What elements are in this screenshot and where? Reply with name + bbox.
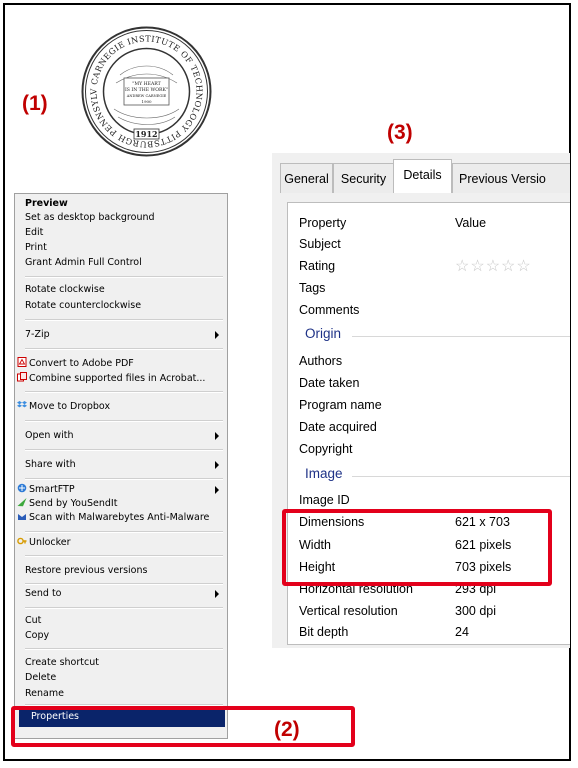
menu-item-label: Unlocker [29, 537, 71, 548]
property-copyright: Copyright [299, 442, 353, 456]
properties-highlight-box [11, 706, 355, 747]
menu-item-label: Combine supported files in Acrobat... [29, 373, 206, 384]
step-3-label: (3) [387, 121, 413, 144]
menu-separator [25, 478, 223, 480]
menu-item-label: Send by YouSendIt [29, 498, 118, 509]
group-divider [352, 336, 570, 337]
property-subject: Subject [299, 237, 341, 251]
menu-separator [25, 276, 223, 278]
step-1-label: (1) [22, 92, 48, 115]
chevron-right-icon [215, 432, 219, 440]
yousendit-icon [17, 498, 27, 507]
property-authors: Authors [299, 354, 343, 368]
value-vertical-resolution: 300 dpi [455, 604, 497, 618]
menu-item-create-shortcut[interactable]: Create shortcut [25, 655, 99, 670]
seal-motto-line-4: 1900 [141, 99, 152, 104]
menu-item-scan-with-malwarebytes[interactable]: Scan with Malwarebytes Anti-Malware [17, 510, 209, 525]
menu-item-7-zip[interactable]: 7-Zip [25, 327, 215, 342]
seal-motto-line-1: "MY HEART [132, 81, 161, 87]
menu-item-rotate-clockwise[interactable]: Rotate clockwise [25, 282, 105, 297]
menu-item-copy[interactable]: Copy [25, 628, 49, 643]
menu-item-set-as-desktop-background[interactable]: Set as desktop background [25, 210, 155, 225]
tab-previous-versions[interactable]: Previous Versio [452, 163, 570, 193]
menu-item-7-zip-label: 7-Zip [25, 329, 50, 340]
chevron-right-icon [215, 486, 219, 494]
context-menu: Preview Set as desktop background Edit P… [14, 193, 228, 739]
property-image-id: Image ID [299, 493, 350, 507]
properties-tab-strip: General Security Details Previous Versio [272, 153, 570, 194]
property-comments: Comments [299, 303, 360, 317]
menu-item-preview[interactable]: Preview [25, 196, 68, 211]
menu-item-restore-previous-versions[interactable]: Restore previous versions [25, 563, 147, 578]
menu-item-label: Convert to Adobe PDF [29, 358, 134, 369]
menu-item-label: Scan with Malwarebytes Anti-Malware [29, 512, 210, 523]
menu-separator [25, 449, 223, 451]
menu-item-rename[interactable]: Rename [25, 686, 64, 701]
menu-item-rotate-counterclockwise[interactable]: Rotate counterclockwise [25, 298, 141, 313]
malwarebytes-icon [18, 514, 26, 520]
menu-item-share-with[interactable]: Share with [25, 457, 76, 472]
property-date-taken: Date taken [299, 376, 360, 390]
university-seal-image: CARNEGIE INSTITUTE OF TECHNOLOGY PITTSBU… [80, 25, 212, 157]
rating-stars-icon[interactable]: ☆☆☆☆☆ [455, 256, 532, 276]
chevron-right-icon [215, 461, 219, 469]
property-program-name: Program name [299, 398, 382, 412]
chevron-right-icon [215, 590, 219, 598]
tab-details[interactable]: Details [393, 159, 452, 194]
menu-item-combine-in-acrobat[interactable]: Combine supported files in Acrobat... [17, 371, 205, 386]
menu-item-cut[interactable]: Cut [25, 613, 41, 628]
property-date-acquired: Date acquired [299, 420, 377, 434]
menu-separator [25, 648, 223, 650]
column-header-value[interactable]: Value [455, 216, 486, 230]
group-header-origin: Origin [305, 326, 342, 341]
menu-item-move-to-dropbox[interactable]: Move to Dropbox [17, 399, 110, 414]
menu-item-label: SmartFTP [29, 484, 75, 495]
menu-separator [25, 607, 223, 609]
tab-security[interactable]: Security [333, 163, 394, 193]
menu-item-delete[interactable]: Delete [25, 670, 56, 685]
property-tags: Tags [299, 281, 326, 295]
menu-item-send-to[interactable]: Send to [25, 586, 61, 601]
seal-year: 1912 [135, 129, 157, 139]
menu-separator [25, 531, 223, 533]
property-bit-depth: Bit depth [299, 625, 349, 639]
menu-item-unlocker[interactable]: Unlocker [17, 535, 71, 550]
value-bit-depth: 24 [455, 625, 469, 639]
group-header-image: Image [305, 466, 343, 481]
property-vertical-resolution: Vertical resolution [299, 604, 398, 618]
acrobat-icon [17, 372, 27, 382]
pdf-icon [17, 357, 27, 367]
seal-motto-line-3: ANDREW CARNEGIE [126, 94, 167, 98]
menu-item-label: Move to Dropbox [29, 401, 111, 412]
menu-item-smartftp[interactable]: SmartFTP [17, 482, 75, 497]
group-divider [352, 476, 570, 477]
menu-item-edit[interactable]: Edit [25, 225, 43, 240]
menu-separator [25, 420, 223, 422]
smartftp-icon [17, 483, 27, 493]
menu-separator [25, 348, 223, 350]
tab-general[interactable]: General [280, 163, 333, 193]
menu-item-send-by-yousendit[interactable]: Send by YouSendIt [17, 496, 117, 511]
dimensions-highlight-box [282, 509, 552, 586]
menu-item-grant-admin-full-control[interactable]: Grant Admin Full Control [25, 255, 142, 270]
column-header-property[interactable]: Property [299, 216, 346, 230]
chevron-right-icon [215, 331, 219, 339]
menu-separator [25, 555, 223, 557]
menu-item-convert-to-adobe-pdf[interactable]: Convert to Adobe PDF [17, 356, 134, 371]
seal-motto-line-2: IS IN THE WORK" [125, 87, 168, 93]
property-rating: Rating [299, 259, 336, 273]
menu-separator [25, 583, 223, 585]
unlocker-icon [17, 537, 27, 545]
menu-separator [25, 391, 223, 393]
dropbox-icon [17, 401, 27, 408]
menu-separator [25, 319, 223, 321]
menu-item-print[interactable]: Print [25, 240, 47, 255]
menu-item-open-with[interactable]: Open with [25, 428, 74, 443]
